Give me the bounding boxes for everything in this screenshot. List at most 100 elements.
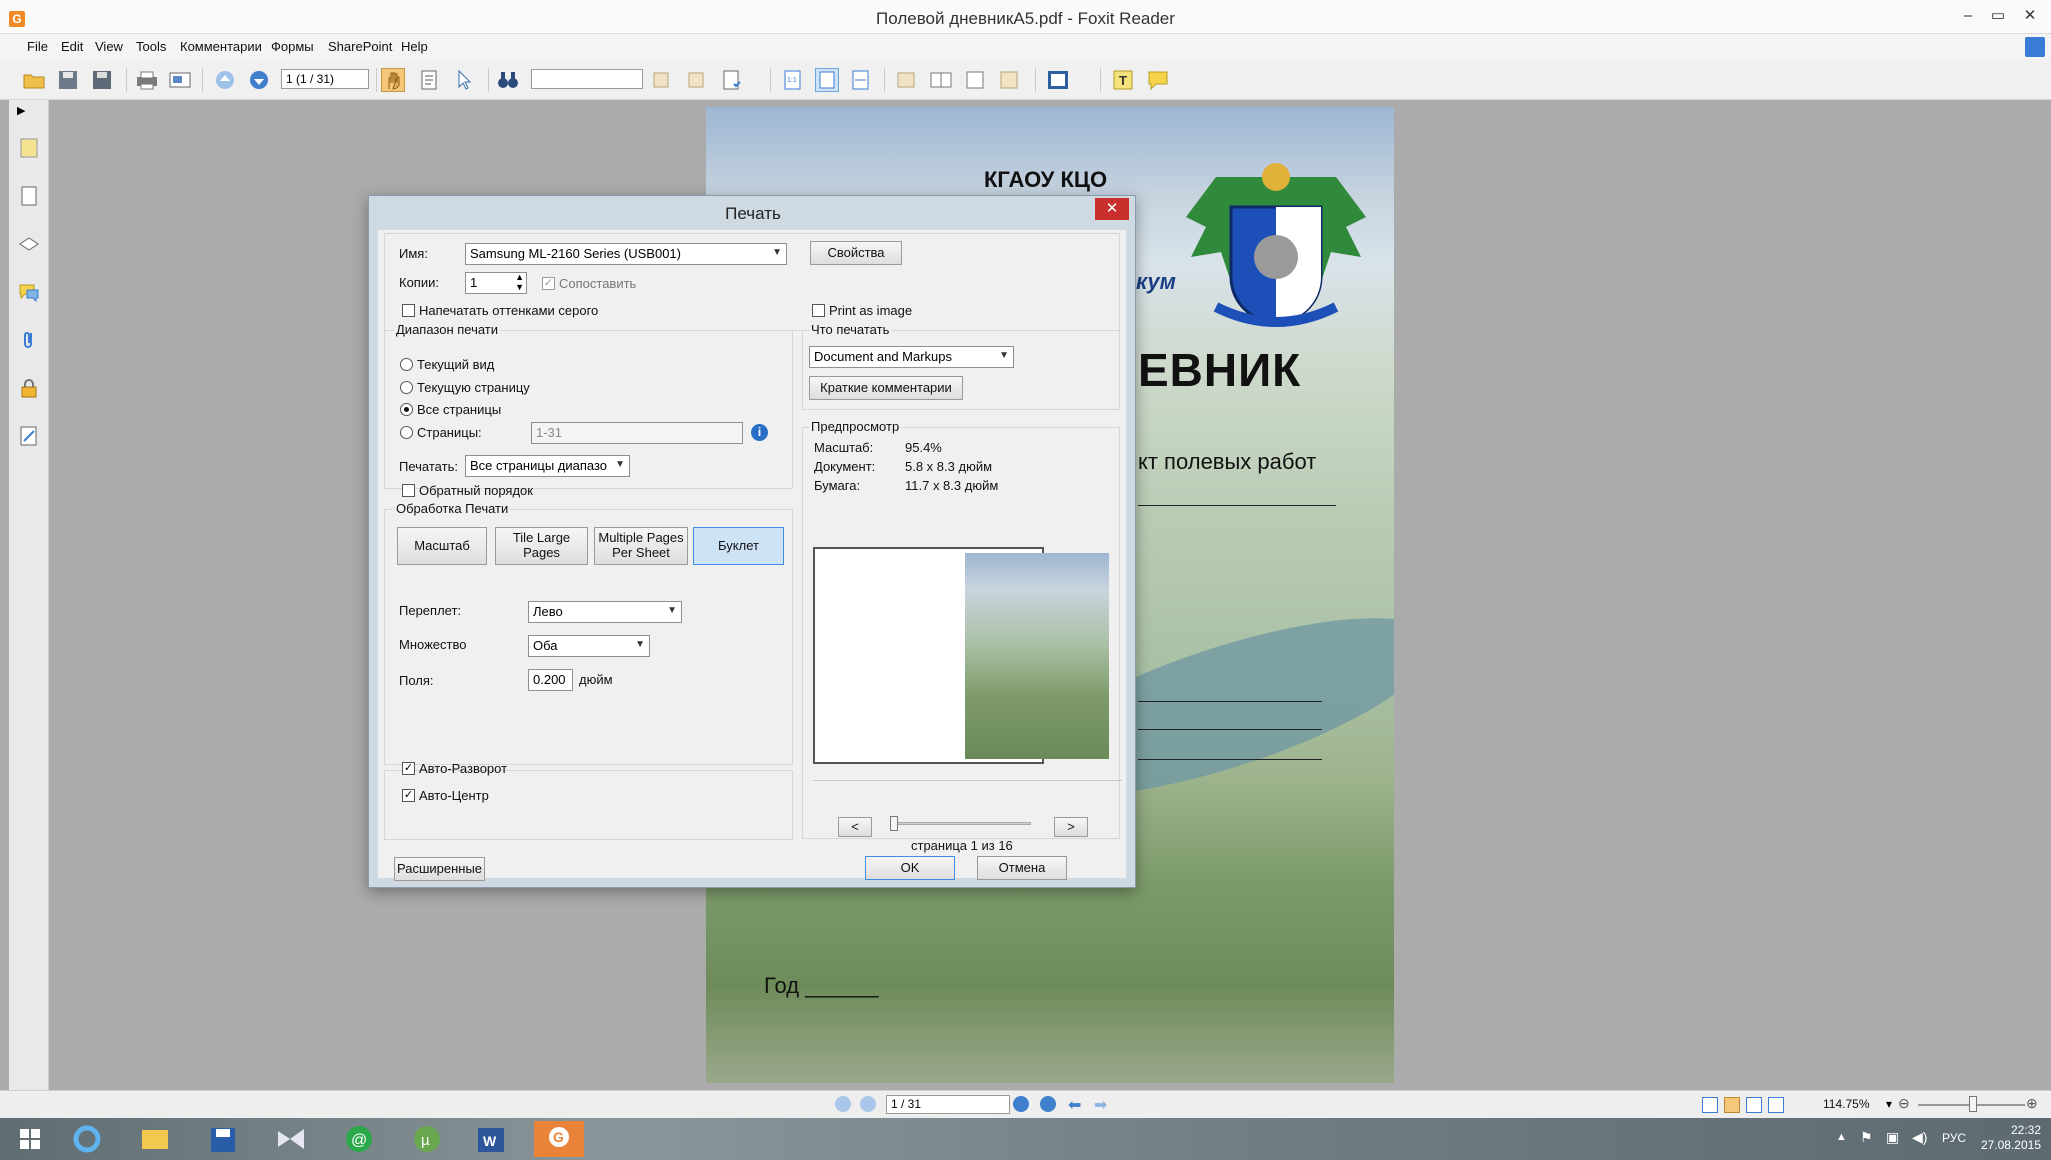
margins-input[interactable]: 0.200 <box>528 669 573 691</box>
file-explorer-icon[interactable] <box>130 1121 180 1157</box>
find-next-icon[interactable] <box>684 68 708 92</box>
advanced-button[interactable]: Расширенные <box>394 857 485 881</box>
print-as-image-checkbox[interactable] <box>812 304 825 317</box>
zoom-level[interactable]: 114.75% <box>1823 1097 1869 1111</box>
multiple-pages-per-sheet-button[interactable]: Multiple Pages Per Sheet <box>594 527 688 565</box>
find-input[interactable] <box>531 69 643 89</box>
continuous-view-icon[interactable] <box>1724 1097 1740 1113</box>
preview-slider-track[interactable] <box>890 822 1031 825</box>
restore-button[interactable]: ▭ <box>1983 6 2013 26</box>
action-center-flag-icon[interactable]: ⚑ <box>1860 1129 1873 1146</box>
close-window-button[interactable]: ✕ <box>2015 6 2045 26</box>
zoom-dropdown-icon[interactable]: ▾ <box>1886 1097 1892 1111</box>
volume-icon[interactable]: ◀) <box>1912 1129 1927 1146</box>
rotate-icon[interactable] <box>895 68 919 92</box>
comments-panel-icon[interactable] <box>17 280 41 304</box>
set-select[interactable]: Оба ▼ <box>528 635 650 657</box>
attachments-icon[interactable] <box>17 328 41 352</box>
find-previous-icon[interactable] <box>650 68 674 92</box>
pages-icon[interactable] <box>17 184 41 208</box>
windows-start-icon[interactable] <box>10 1121 50 1157</box>
print-subset-select[interactable]: Все страницы диапазо ▼ <box>465 455 630 477</box>
page-number-input[interactable]: 1 (1 / 31) <box>281 69 369 89</box>
all-pages-radio[interactable] <box>400 403 413 416</box>
single-page-view-icon[interactable] <box>1702 1097 1718 1113</box>
previous-page-icon[interactable] <box>213 68 237 92</box>
next-page-icon[interactable] <box>247 68 271 92</box>
fit-page-icon[interactable] <box>815 68 839 92</box>
select-arrow-icon[interactable] <box>452 68 476 92</box>
zoom-slider-thumb[interactable] <box>1969 1096 1977 1112</box>
screenshot-icon[interactable] <box>168 68 192 92</box>
auto-rotate-checkbox[interactable]: ✓ <box>402 762 415 775</box>
current-view-radio[interactable] <box>400 358 413 371</box>
find-binoculars-icon[interactable] <box>496 68 520 92</box>
info-icon[interactable]: i <box>751 424 768 441</box>
dialog-close-button[interactable]: ✕ <box>1095 198 1129 220</box>
current-page-radio[interactable] <box>400 381 413 394</box>
printer-select[interactable]: Samsung ML-2160 Series (USB001) ▼ <box>465 243 787 265</box>
grayscale-checkbox[interactable] <box>402 304 415 317</box>
pages-range-input[interactable]: 1-31 <box>531 422 743 444</box>
ok-button[interactable]: OK <box>865 856 955 880</box>
auto-center-checkbox[interactable]: ✓ <box>402 789 415 802</box>
typewriter-icon[interactable] <box>1046 68 1070 92</box>
tile-large-pages-button[interactable]: Tile Large Pages <box>495 527 588 565</box>
properties-button[interactable]: Свойства <box>810 241 902 265</box>
open-icon[interactable] <box>22 68 46 92</box>
preview-slider-thumb[interactable] <box>890 816 898 831</box>
menu-view[interactable]: View <box>95 39 123 54</box>
zoom-in-icon[interactable]: ⊕ <box>2026 1095 2038 1112</box>
expand-icon[interactable] <box>2025 37 2045 57</box>
actual-size-icon[interactable]: 1:1 <box>781 68 805 92</box>
network-icon[interactable]: ▣ <box>1886 1129 1899 1146</box>
facing-view-icon[interactable] <box>1746 1097 1762 1113</box>
signatures-icon[interactable] <box>17 424 41 448</box>
tray-expand-icon[interactable]: ▲ <box>1836 1131 1847 1143</box>
foxit-taskbar-icon[interactable]: G <box>534 1121 584 1157</box>
save-icon[interactable] <box>56 68 80 92</box>
print-icon[interactable] <box>135 68 159 92</box>
cancel-button[interactable]: Отмена <box>977 856 1067 880</box>
internet-explorer-icon[interactable] <box>62 1121 112 1157</box>
menu-forms[interactable]: Формы <box>271 39 314 54</box>
zoom-out-icon[interactable]: ⊖ <box>1898 1095 1910 1112</box>
save-app-icon[interactable] <box>198 1121 248 1157</box>
collate-checkbox[interactable]: ✓ <box>542 277 555 290</box>
two-page-icon[interactable] <box>929 68 953 92</box>
visual-studio-icon[interactable] <box>266 1121 316 1157</box>
continuous-facing-icon[interactable] <box>1768 1097 1784 1113</box>
menu-edit[interactable]: Edit <box>61 39 83 54</box>
first-page-icon[interactable] <box>835 1096 851 1112</box>
clock[interactable]: 22:32 27.08.2015 <box>1981 1123 2041 1153</box>
word-icon[interactable]: W <box>466 1121 516 1157</box>
save-as-icon[interactable] <box>90 68 114 92</box>
back-arrow-icon[interactable]: ⬅ <box>1068 1095 1081 1115</box>
pages-radio[interactable] <box>400 426 413 439</box>
menu-sharepoint[interactable]: SharePoint <box>328 39 392 54</box>
what-to-print-select[interactable]: Document and Markups ▼ <box>809 346 1014 368</box>
expand-panel-icon[interactable]: ▶ <box>17 104 41 118</box>
minimize-button[interactable]: – <box>1953 6 1983 26</box>
single-page-icon[interactable] <box>963 68 987 92</box>
bookmarks-icon[interactable] <box>17 136 41 160</box>
menu-tools[interactable]: Tools <box>136 39 166 54</box>
text-tool-icon[interactable]: T <box>1111 68 1135 92</box>
language-indicator[interactable]: РУС <box>1942 1131 1966 1145</box>
reverse-order-checkbox[interactable] <box>402 484 415 497</box>
menu-comments[interactable]: Комментарии <box>180 39 262 54</box>
prev-page-status-icon[interactable] <box>860 1096 876 1112</box>
preview-next-button[interactable]: > <box>1054 817 1088 837</box>
comment-note-icon[interactable] <box>1146 68 1170 92</box>
security-lock-icon[interactable] <box>17 376 41 400</box>
binding-select[interactable]: Лево ▼ <box>528 601 682 623</box>
forward-arrow-icon[interactable]: ➡ <box>1094 1095 1107 1115</box>
mail-agent-icon[interactable]: @ <box>334 1121 384 1157</box>
menu-help[interactable]: Help <box>401 39 428 54</box>
booklet-button[interactable]: Буклет <box>693 527 784 565</box>
select-text-icon[interactable] <box>418 68 442 92</box>
document-properties-icon[interactable] <box>720 68 744 92</box>
layers-icon[interactable] <box>17 232 41 256</box>
utorrent-icon[interactable]: µ <box>402 1121 452 1157</box>
hand-tool-icon[interactable] <box>381 68 405 92</box>
